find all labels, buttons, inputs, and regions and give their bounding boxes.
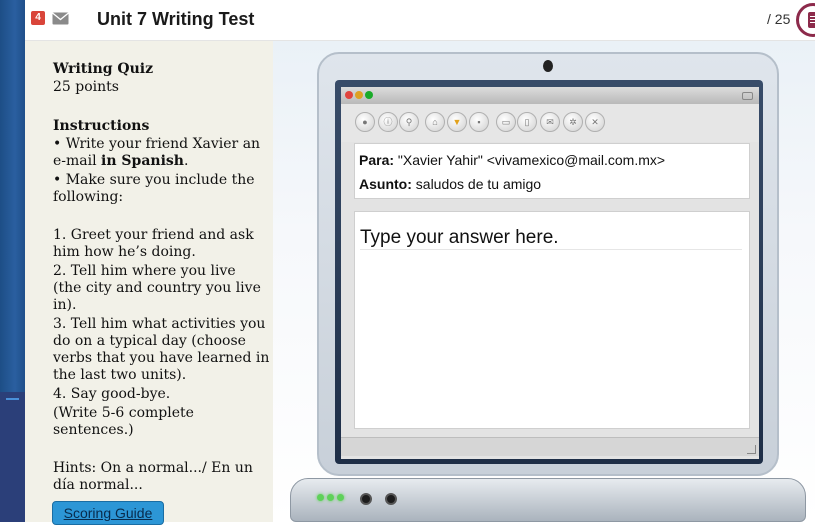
item-3-line-2: do on a typical day (choose [53,333,246,349]
sidebar-lower-band [0,392,25,522]
top-bar: 4 Unit 7 Writing Test / 25 [25,0,815,41]
to-value: "Xavier Yahir" <vivamexico@mail.com.mx> [394,152,666,168]
notification-badge[interactable]: 4 [31,11,45,25]
back-icon[interactable]: ● [355,112,375,132]
menu-button[interactable] [796,3,815,37]
bullet-2-line-1: • Make sure you include the [53,172,255,188]
answer-input[interactable] [360,226,742,250]
attach-icon[interactable]: ✉ [540,112,560,132]
item-3-line-1: 3. Tell him what activities you [53,316,266,332]
note-line-1: (Write 5-6 complete [53,405,194,421]
port-icon [385,493,397,505]
settings-icon[interactable]: ✲ [563,112,583,132]
quiz-points: 25 points [53,79,119,95]
instructions-heading: Instructions [53,118,150,134]
item-1-line-1: 1. Greet your friend and ask [53,227,254,243]
to-field: Para: "Xavier Yahir" <vivamexico@mail.co… [359,152,665,168]
subject-label: Asunto: [359,176,412,192]
close-icon[interactable]: ✕ [585,112,605,132]
email-window: ● ⓘ ⚲ ⌂ ▼ ▪ ▭ ▯ ✉ ✲ ✕ Para: "Xavier Yahi… [341,87,759,459]
item-4: 4. Say good-bye. [53,386,171,402]
item-2-line-1: 2. Tell him where you live [53,263,236,279]
window-resize-icon[interactable] [742,92,753,100]
sidebar-indicator [6,398,19,400]
home-icon[interactable]: ⌂ [425,112,445,132]
email-body[interactable] [354,211,750,429]
score-display: / 25 [767,11,791,27]
document-icon[interactable]: ▯ [517,112,537,132]
item-1-line-2: him how he’s doing. [53,244,196,260]
window-close-icon[interactable] [345,91,353,99]
subject-value: saludos de tu amigo [411,176,542,192]
email-toolbar: ● ⓘ ⚲ ⌂ ▼ ▪ ▭ ▯ ✉ ✲ ✕ [341,104,759,142]
favorite-icon[interactable]: ▼ [447,112,467,132]
search-icon[interactable]: ⚲ [399,112,419,132]
scoring-guide-button[interactable]: Scoring Guide [52,501,164,525]
subject-field: Asunto: saludos de tu amigo [359,176,541,192]
left-sidebar-strip [0,0,25,522]
print-icon[interactable]: ▭ [496,112,516,132]
item-2-line-3: in). [53,297,77,313]
bullet-2-line-2: following: [53,189,124,205]
resize-grip-icon[interactable] [747,445,756,454]
mail-icon[interactable] [52,12,69,25]
window-statusbar [341,437,759,456]
bookmark-icon[interactable]: ▪ [469,112,489,132]
item-2-line-2: (the city and country you live [53,280,261,296]
item-3-line-4: the last two units). [53,367,187,383]
webcam-icon [543,60,553,72]
laptop-base [290,478,806,522]
hints-line-1: Hints: On a normal.../ En un [53,460,253,476]
quiz-title: Writing Quiz [53,61,154,77]
info-icon[interactable]: ⓘ [378,112,398,132]
power-light-icon [317,494,324,501]
power-light-icon [327,494,334,501]
to-label: Para: [359,152,395,168]
window-minimize-icon[interactable] [355,91,363,99]
bullet-1-line-2: e-mail in Spanish. [53,153,189,169]
port-icon [360,493,372,505]
window-titlebar [341,87,759,104]
page-title: Unit 7 Writing Test [97,9,255,29]
note-line-2: sentences.) [53,422,134,438]
instructions-panel: Writing Quiz 25 points Instructions • Wr… [25,41,273,525]
power-light-icon [337,494,344,501]
document-list-icon [808,12,815,28]
email-header: Para: "Xavier Yahir" <vivamexico@mail.co… [354,143,750,199]
bullet-1-line-1: • Write your friend Xavier an [53,136,261,152]
window-zoom-icon[interactable] [365,91,373,99]
hints-line-2: día normal... [53,477,143,493]
item-3-line-3: verbs that you have learned in [53,350,270,366]
